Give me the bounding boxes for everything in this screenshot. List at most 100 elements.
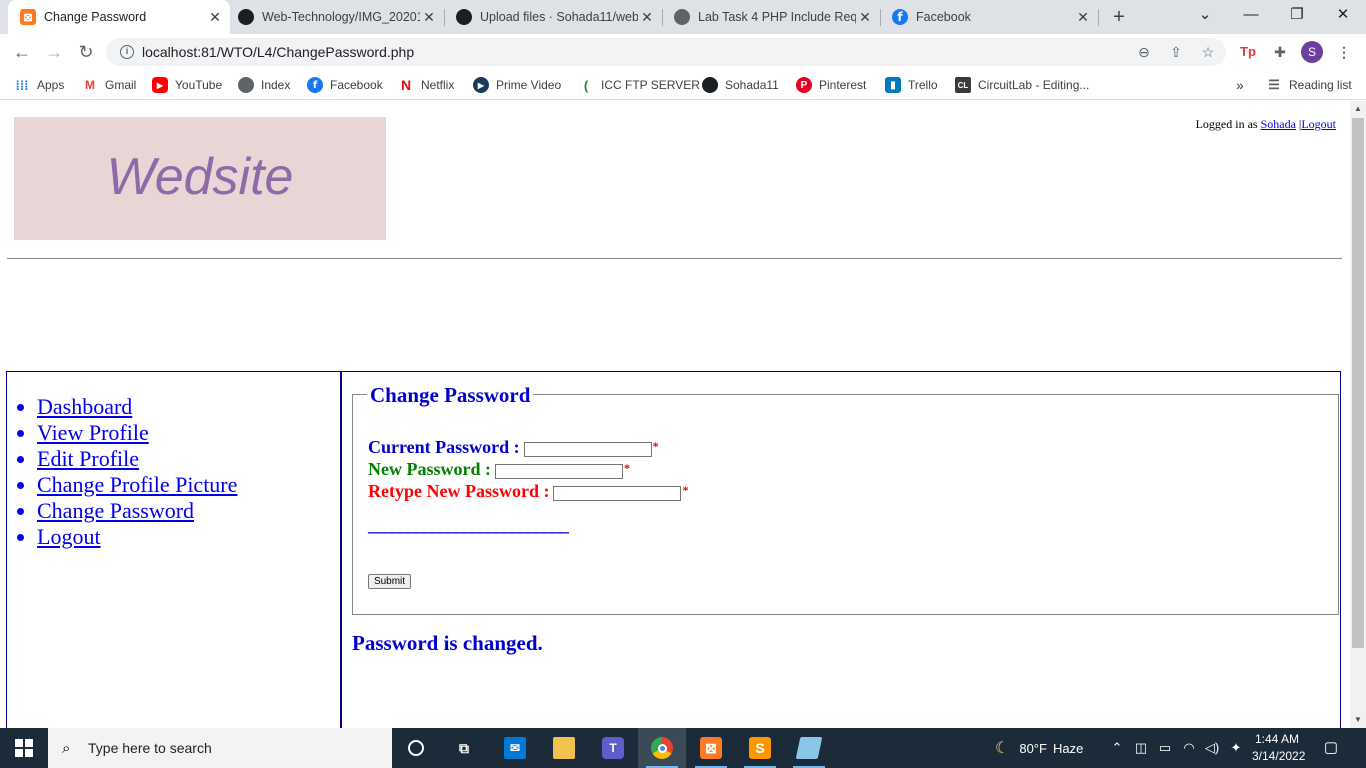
site-info-icon[interactable]: i — [120, 45, 134, 59]
bookmark-icc-ftp[interactable]: ( ICC FTP SERVER — [578, 76, 700, 94]
tab-search-icon[interactable]: ⌄ — [1182, 0, 1228, 30]
xampp-icon: ⊠ — [700, 737, 722, 759]
nav-link-change-profile-picture[interactable]: Change Profile Picture — [37, 472, 237, 497]
start-button[interactable] — [0, 728, 48, 768]
nav-link-dashboard[interactable]: Dashboard — [37, 394, 132, 419]
bookmark-facebook[interactable]: f Facebook — [307, 76, 383, 94]
file-explorer-app[interactable] — [540, 728, 588, 768]
forward-button[interactable]: → — [42, 40, 66, 64]
system-clock[interactable]: 1:44 AM 3/14/2022 — [1252, 731, 1305, 765]
tab-facebook[interactable]: f Facebook ✕ — [880, 0, 1098, 34]
extensions-puzzle-icon[interactable]: ✚ — [1269, 41, 1291, 63]
scroll-down-arrow-icon[interactable]: ▼ — [1350, 712, 1366, 728]
bookmark-label: Gmail — [105, 78, 137, 92]
mail-app[interactable]: ✉ — [491, 728, 539, 768]
cortana-button[interactable] — [392, 728, 440, 768]
notification-center-icon[interactable]: ▢ — [1322, 739, 1340, 757]
tab-separator — [1098, 9, 1099, 26]
tab-title: Web-Technology/IMG_20201 — [262, 10, 420, 24]
notepad-app[interactable] — [785, 728, 833, 768]
notepad-icon — [795, 737, 823, 759]
current-password-label: Current Password : — [368, 437, 520, 457]
tab-change-password[interactable]: ⊠ Change Password ✕ — [8, 0, 230, 34]
zoom-icon[interactable]: ⊖ — [1134, 42, 1154, 62]
header-divider — [7, 258, 1342, 259]
nav-link-change-password[interactable]: Change Password — [37, 498, 194, 523]
weather-widget[interactable]: ☾ 80°F Haze — [995, 738, 1083, 758]
folder-icon — [553, 737, 575, 759]
dropbox-icon[interactable]: ✦ — [1227, 739, 1245, 757]
bookmarks-overflow-button[interactable]: » — [1236, 76, 1244, 94]
chrome-app[interactable] — [638, 728, 686, 768]
retype-password-input[interactable] — [553, 485, 682, 501]
bookmark-circuitlab[interactable]: CL CircuitLab - Editing... — [955, 76, 1089, 94]
bookmark-star-icon[interactable]: ☆ — [1198, 42, 1218, 62]
battery-icon[interactable]: ▭ — [1156, 739, 1174, 757]
nav-item: Dashboard — [37, 394, 237, 420]
bookmark-netflix[interactable]: N Netflix — [398, 76, 454, 94]
url-text[interactable]: localhost:81/WTO/L4/ChangePassword.php — [142, 44, 414, 60]
browser-toolbar: ← → ↻ i localhost:81/WTO/L4/ChangePasswo… — [0, 34, 1366, 70]
volume-icon[interactable]: ◁) — [1203, 739, 1221, 757]
bookmark-apps[interactable]: ⁞⁞⁞ Apps — [14, 76, 65, 94]
minimize-button[interactable]: — — [1228, 0, 1274, 30]
weather-condition: Haze — [1052, 740, 1084, 756]
close-tab-icon[interactable]: ✕ — [420, 9, 438, 26]
submit-button[interactable]: Submit — [368, 574, 411, 589]
new-tab-button[interactable]: + — [1108, 6, 1130, 28]
page-scrollbar[interactable]: ▲ ▼ — [1350, 101, 1366, 728]
close-tab-icon[interactable]: ✕ — [856, 9, 874, 26]
sublime-text-app[interactable]: S — [736, 728, 784, 768]
share-icon[interactable]: ⇪ — [1166, 42, 1186, 62]
username-link[interactable]: Sohada — [1261, 117, 1296, 131]
tab-lab-task[interactable]: Lab Task 4 PHP Include Requ ✕ — [662, 0, 880, 34]
bookmark-trello[interactable]: ▮ Trello — [885, 76, 938, 94]
retype-password-row: Retype New Password : * — [368, 481, 688, 502]
close-tab-icon[interactable]: ✕ — [1074, 9, 1092, 26]
profile-avatar[interactable]: S — [1301, 41, 1323, 63]
tray-overflow-icon[interactable]: ⌃ — [1108, 739, 1126, 757]
bookmark-label: ICC FTP SERVER — [601, 78, 700, 92]
current-password-input[interactable] — [523, 441, 652, 457]
reload-button[interactable]: ↻ — [74, 40, 98, 64]
gmail-icon: M — [85, 78, 95, 92]
nav-link-view-profile[interactable]: View Profile — [37, 420, 149, 445]
taskbar-search[interactable]: ⌕ Type here to search — [48, 728, 392, 768]
tab-upload-files[interactable]: Upload files · Sohada11/web ✕ — [444, 0, 662, 34]
bookmark-index[interactable]: Index — [238, 76, 290, 94]
nav-link-logout[interactable]: Logout — [37, 524, 101, 549]
bookmark-sohada11[interactable]: Sohada11 — [702, 76, 779, 94]
wifi-icon[interactable]: ◠ — [1180, 739, 1198, 757]
reading-list-button[interactable]: ☰ Reading list — [1266, 76, 1352, 94]
close-tab-icon[interactable]: ✕ — [206, 9, 224, 26]
extension-tp-icon[interactable]: Tp — [1237, 41, 1259, 63]
mail-icon: ✉ — [504, 737, 526, 759]
scrollbar-thumb[interactable] — [1352, 118, 1364, 648]
meet-now-icon[interactable]: ◫ — [1132, 739, 1150, 757]
close-tab-icon[interactable]: ✕ — [638, 9, 656, 26]
search-icon: ⌕ — [62, 740, 71, 757]
window-close-button[interactable]: ✕ — [1320, 0, 1366, 30]
bookmark-label: Netflix — [421, 78, 455, 92]
back-button[interactable]: ← — [10, 40, 34, 64]
retype-password-label: Retype New Password : — [368, 481, 550, 501]
task-view-button[interactable]: ⧉ — [440, 728, 488, 768]
chrome-menu-icon[interactable]: ⋮ — [1333, 41, 1355, 63]
trello-icon: ▮ — [885, 77, 901, 93]
bookmark-pinterest[interactable]: P Pinterest — [796, 76, 866, 94]
nav-link-edit-profile[interactable]: Edit Profile — [37, 446, 139, 471]
bookmark-youtube[interactable]: ▶ YouTube — [152, 76, 222, 94]
scroll-up-arrow-icon[interactable]: ▲ — [1350, 101, 1366, 117]
tab-title: Facebook — [916, 10, 971, 24]
bookmark-gmail[interactable]: M Gmail — [82, 76, 136, 94]
tab-web-technology[interactable]: Web-Technology/IMG_20201 ✕ — [226, 0, 444, 34]
teams-app[interactable]: T — [589, 728, 637, 768]
xampp-icon: ⊠ — [20, 9, 36, 25]
new-password-input[interactable] — [495, 463, 623, 479]
restore-button[interactable]: ❐ — [1274, 0, 1320, 30]
logout-link[interactable]: Logout — [1301, 117, 1336, 131]
cortana-icon — [408, 740, 424, 756]
xampp-app[interactable]: ⊠ — [687, 728, 735, 768]
bookmark-prime-video[interactable]: ▶ Prime Video — [473, 76, 561, 94]
address-bar[interactable]: i localhost:81/WTO/L4/ChangePassword.php… — [106, 38, 1226, 66]
